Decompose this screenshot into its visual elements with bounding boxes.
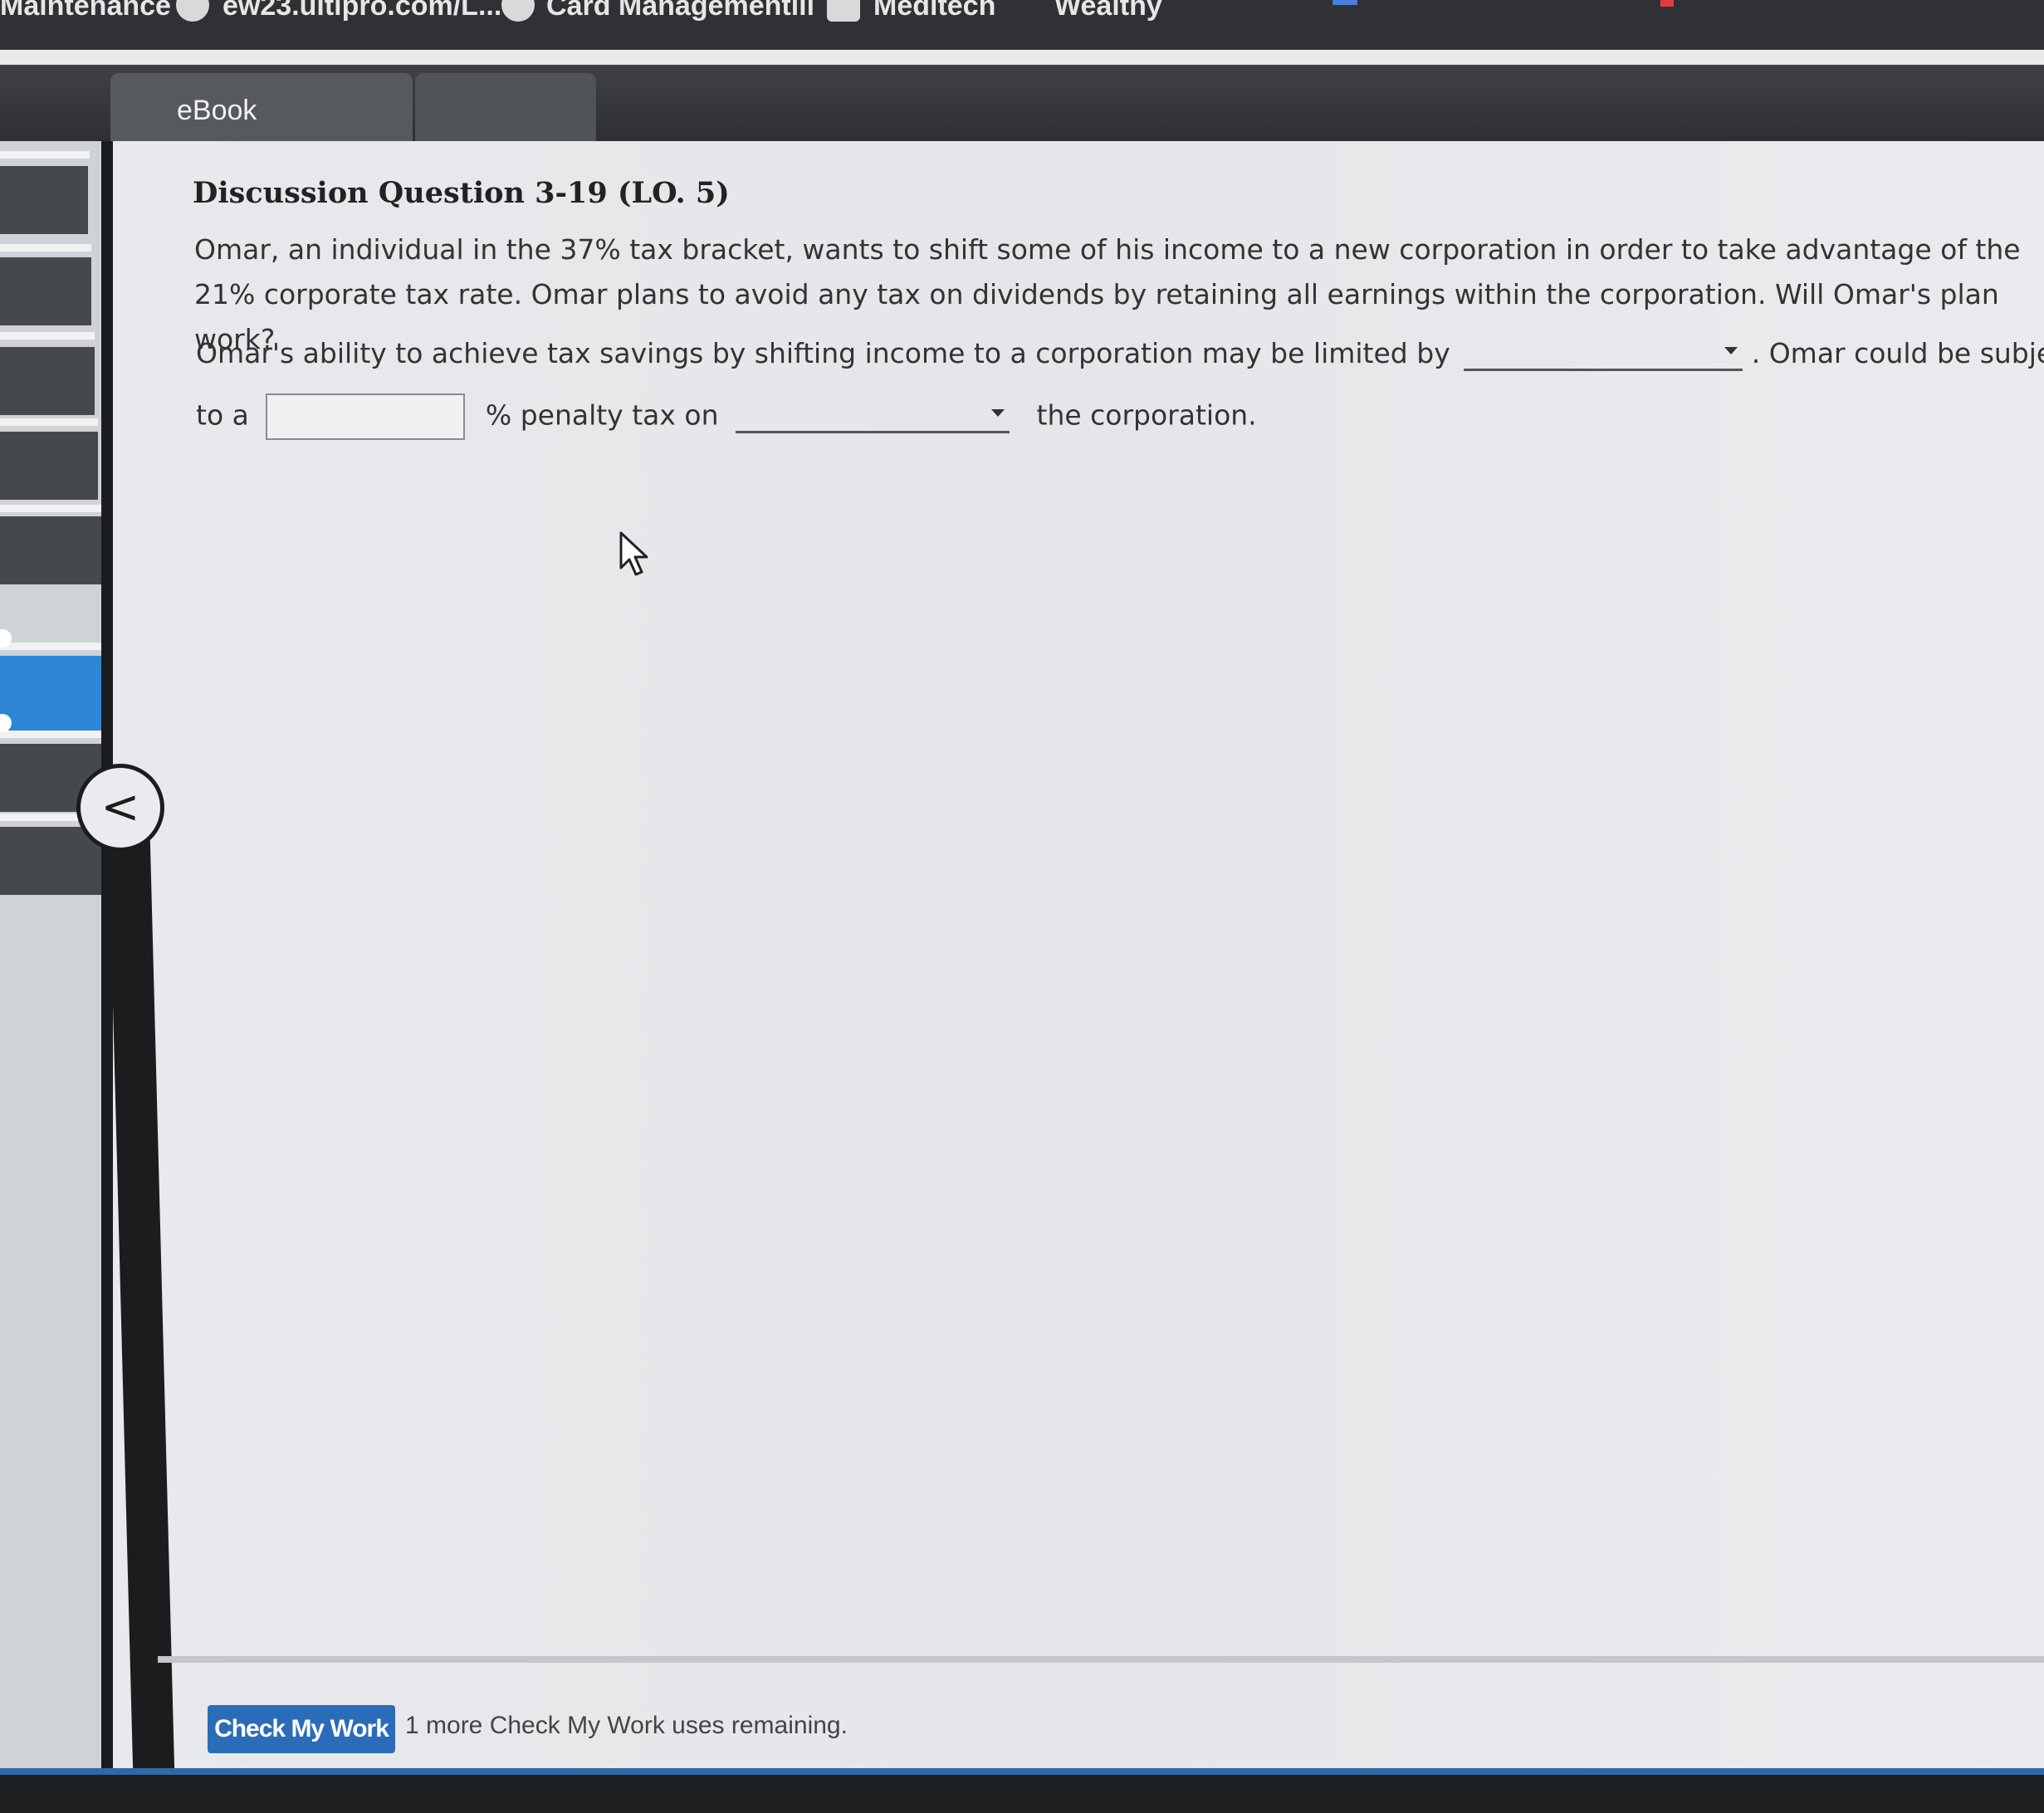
nav-divider xyxy=(0,418,98,426)
bookmark-meditech[interactable]: Meditech xyxy=(873,0,995,22)
check-my-work-remaining: 1 more Check My Work uses remaining. xyxy=(405,1712,848,1739)
penalty-base-select[interactable] xyxy=(736,401,1010,433)
nav-item-1[interactable] xyxy=(0,166,88,234)
dropdown-arrow-icon xyxy=(991,408,1005,417)
ultipro-icon xyxy=(176,0,209,22)
question-title: Discussion Question 3-19 (LO. 5) xyxy=(193,176,730,210)
chevron-left-icon: < xyxy=(100,780,140,834)
row2-prefix: to a xyxy=(196,398,249,432)
bookmarks-bar: Maintenance ew23.ultipro.com/L... Card M… xyxy=(0,0,2044,50)
nav-divider xyxy=(0,332,95,340)
tab-secondary[interactable] xyxy=(415,73,596,141)
nav-item-4[interactable] xyxy=(0,432,98,500)
row2-suffix: the corporation. xyxy=(1036,398,1257,432)
bookmark-wealthy[interactable]: Wealthy xyxy=(1054,0,1162,22)
browser-strip xyxy=(0,50,2044,65)
bookmark-card-management[interactable]: Card Managementlii xyxy=(546,0,814,22)
footer-divider xyxy=(158,1656,2044,1663)
nav-item-3[interactable] xyxy=(0,347,95,415)
tab-ebook-label: eBook xyxy=(177,95,257,126)
row1-suffix: . Omar could be subject xyxy=(1751,337,2044,369)
tab-ebook[interactable]: eBook xyxy=(110,73,413,141)
answer-row-1: Omar's ability to achieve tax savings by… xyxy=(196,337,2044,371)
nav-divider xyxy=(0,643,105,650)
answer-row-2: to a % penalty tax on the corporation. xyxy=(196,393,1257,440)
bookmark-indicator-red xyxy=(1660,0,1674,7)
mouse-cursor-icon xyxy=(619,531,648,576)
nav-divider xyxy=(0,244,91,252)
nav-item-active[interactable] xyxy=(0,656,105,731)
tab-bar: eBook xyxy=(0,65,2044,141)
dropdown-arrow-icon xyxy=(1724,347,1738,354)
nav-divider xyxy=(0,731,106,738)
bookmark-maintenance[interactable]: Maintenance xyxy=(0,0,171,22)
bookmark-indicator xyxy=(1333,0,1357,5)
meditech-icon xyxy=(827,0,860,22)
row1-prefix: Omar's ability to achieve tax savings by… xyxy=(196,337,1450,369)
nav-item-5[interactable] xyxy=(0,516,101,584)
penalty-percent-input[interactable] xyxy=(266,393,466,440)
check-my-work-button[interactable]: Check My Work xyxy=(208,1705,395,1753)
bottom-bar xyxy=(0,1768,2044,1813)
question-panel: Discussion Question 3-19 (LO. 5) Omar, a… xyxy=(101,141,2044,1813)
bookmark-ultipro[interactable]: ew23.ultipro.com/L... xyxy=(222,0,501,22)
card-management-icon xyxy=(501,0,535,22)
limitation-select[interactable] xyxy=(1464,339,1743,371)
nav-item-2[interactable] xyxy=(0,257,91,325)
collapse-panel-button[interactable]: < xyxy=(76,764,164,852)
nav-divider xyxy=(0,505,101,512)
nav-divider xyxy=(0,151,90,159)
row2-middle: % penalty tax on xyxy=(485,398,719,432)
